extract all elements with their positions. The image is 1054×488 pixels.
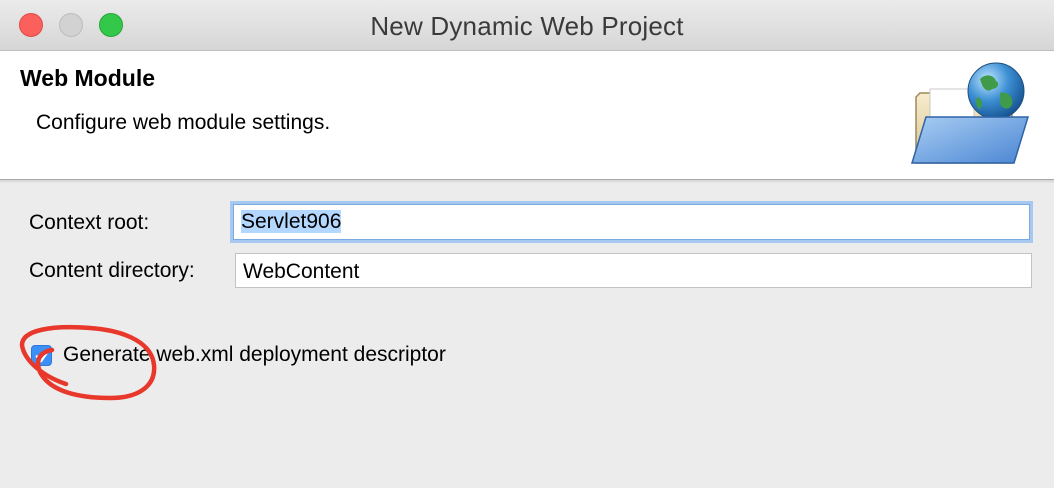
context-root-input[interactable]: Servlet906 bbox=[233, 204, 1030, 240]
content-directory-input[interactable]: WebContent bbox=[235, 253, 1032, 288]
wizard-banner: Web Module Configure web module settings… bbox=[0, 51, 1054, 180]
content-directory-value: WebContent bbox=[243, 260, 360, 283]
dialog-window: New Dynamic Web Project Web Module Confi… bbox=[0, 0, 1054, 488]
page-description: Configure web module settings. bbox=[36, 111, 331, 134]
checkmark-icon bbox=[35, 349, 50, 363]
context-root-value: Servlet906 bbox=[241, 210, 342, 233]
generate-descriptor-checkbox[interactable] bbox=[31, 345, 52, 366]
generate-descriptor-label[interactable]: Generate web.xml deployment descriptor bbox=[63, 343, 446, 367]
banner-separator bbox=[0, 180, 1054, 183]
title-bar: New Dynamic Web Project bbox=[0, 0, 1054, 51]
page-title: Web Module bbox=[20, 65, 156, 91]
content-directory-label: Content directory: bbox=[29, 259, 195, 282]
folder-globe-icon bbox=[910, 62, 1030, 164]
context-root-label: Context root: bbox=[29, 211, 150, 234]
window-title: New Dynamic Web Project bbox=[370, 11, 684, 41]
